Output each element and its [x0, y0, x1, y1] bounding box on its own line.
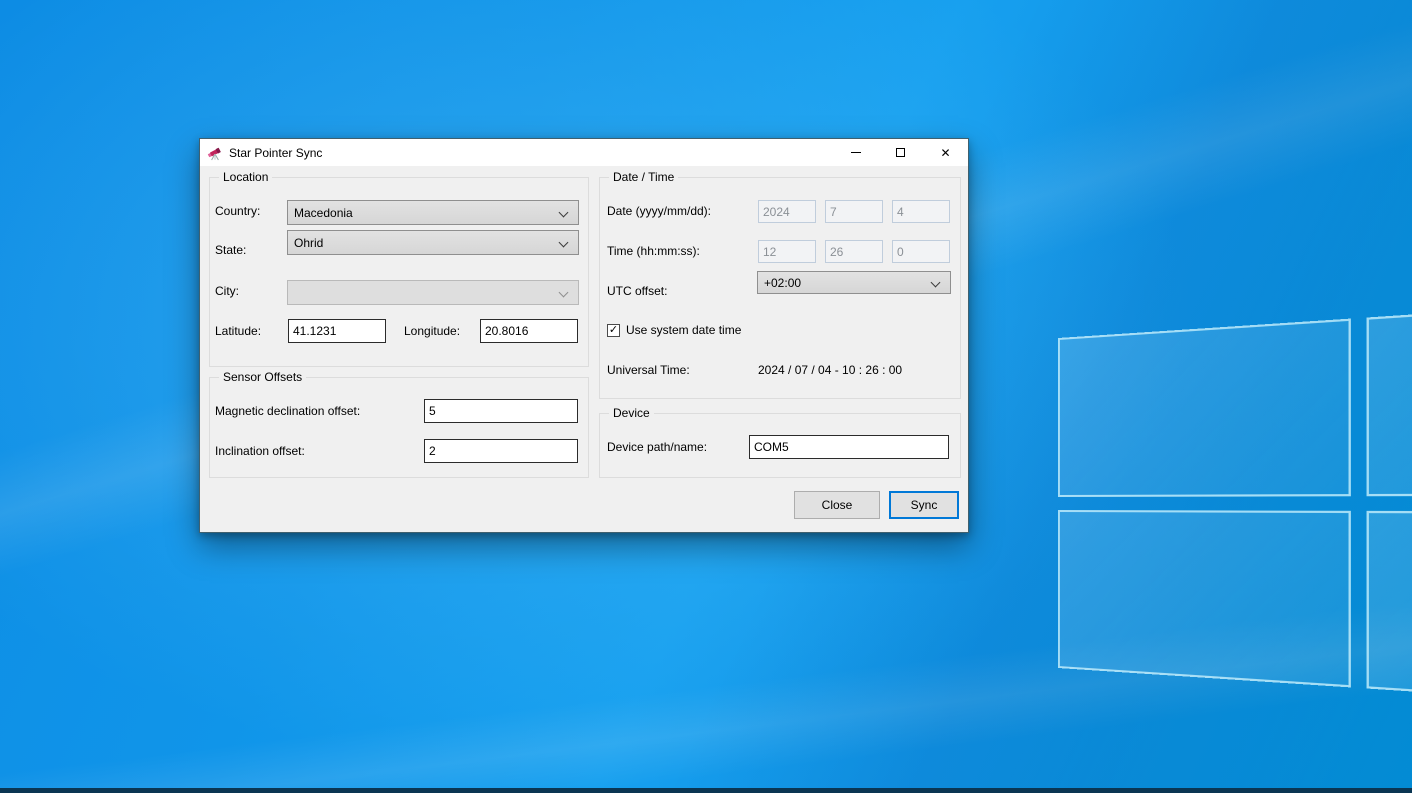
latitude-input[interactable]	[288, 319, 386, 343]
sync-button[interactable]: Sync	[889, 491, 959, 519]
time-second-input[interactable]	[892, 240, 950, 263]
device-path-label: Device path/name:	[607, 440, 707, 454]
windows-logo-pane	[1058, 319, 1350, 497]
telescope-icon	[207, 145, 223, 161]
country-label: Country:	[215, 204, 260, 218]
close-window-button[interactable]: ✕	[923, 139, 968, 166]
minimize-icon	[851, 152, 861, 153]
location-legend: Location	[219, 170, 272, 184]
latitude-label: Latitude:	[215, 324, 261, 338]
chevron-down-icon	[559, 208, 569, 218]
date-label: Date (yyyy/mm/dd):	[607, 204, 711, 218]
utc-offset-label: UTC offset:	[607, 284, 667, 298]
close-icon: ✕	[940, 147, 950, 159]
windows-logo-pane	[1366, 293, 1412, 496]
use-system-datetime-checkbox[interactable]: ✓ Use system date time	[607, 323, 741, 337]
dialog-client-area: Location Country: Macedonia State: Ohrid…	[200, 166, 968, 532]
utc-offset-selected-value: +02:00	[764, 276, 801, 290]
sensor-offsets-legend: Sensor Offsets	[219, 370, 306, 384]
use-system-datetime-label: Use system date time	[626, 323, 741, 337]
device-legend: Device	[609, 406, 654, 420]
country-select[interactable]: Macedonia	[287, 200, 579, 225]
utc-offset-select[interactable]: +02:00	[757, 271, 951, 294]
caption-buttons: ✕	[833, 139, 968, 166]
windows-logo-pane	[1366, 510, 1412, 713]
date-year-input[interactable]	[758, 200, 816, 223]
maximize-icon	[896, 148, 905, 157]
city-label: City:	[215, 284, 239, 298]
date-month-input[interactable]	[825, 200, 883, 223]
longitude-input[interactable]	[480, 319, 578, 343]
checkbox-box: ✓	[607, 324, 620, 337]
universal-time-label: Universal Time:	[607, 363, 690, 377]
chevron-down-icon	[559, 288, 569, 298]
star-pointer-sync-window: Star Pointer Sync ✕ Location Country:	[199, 138, 969, 533]
device-path-input[interactable]	[749, 435, 949, 459]
time-minute-input[interactable]	[825, 240, 883, 263]
checkmark-icon: ✓	[609, 325, 618, 336]
time-label: Time (hh:mm:ss):	[607, 244, 700, 258]
windows-logo-pane	[1058, 510, 1350, 688]
windows-logo	[1058, 293, 1412, 714]
time-hour-input[interactable]	[758, 240, 816, 263]
state-selected-value: Ohrid	[294, 236, 323, 250]
longitude-label: Longitude:	[404, 324, 460, 338]
inclination-offset-label: Inclination offset:	[215, 444, 305, 458]
city-select[interactable]	[287, 280, 579, 305]
state-select[interactable]: Ohrid	[287, 230, 579, 255]
date-day-input[interactable]	[892, 200, 950, 223]
magnetic-declination-input[interactable]	[424, 399, 578, 423]
state-label: State:	[215, 243, 246, 257]
chevron-down-icon	[931, 278, 941, 288]
inclination-offset-input[interactable]	[424, 439, 578, 463]
window-title: Star Pointer Sync	[229, 146, 322, 160]
magnetic-declination-label: Magnetic declination offset:	[215, 404, 360, 418]
datetime-legend: Date / Time	[609, 170, 678, 184]
desktop-wallpaper: Star Pointer Sync ✕ Location Country:	[0, 0, 1412, 793]
minimize-button[interactable]	[833, 139, 878, 166]
universal-time-value: 2024 / 07 / 04 - 10 : 26 : 00	[758, 363, 902, 377]
chevron-down-icon	[559, 238, 569, 248]
titlebar[interactable]: Star Pointer Sync ✕	[200, 139, 968, 166]
close-button[interactable]: Close	[794, 491, 880, 519]
country-selected-value: Macedonia	[294, 206, 353, 220]
maximize-button[interactable]	[878, 139, 923, 166]
wallpaper-bottom-strip	[0, 788, 1412, 793]
